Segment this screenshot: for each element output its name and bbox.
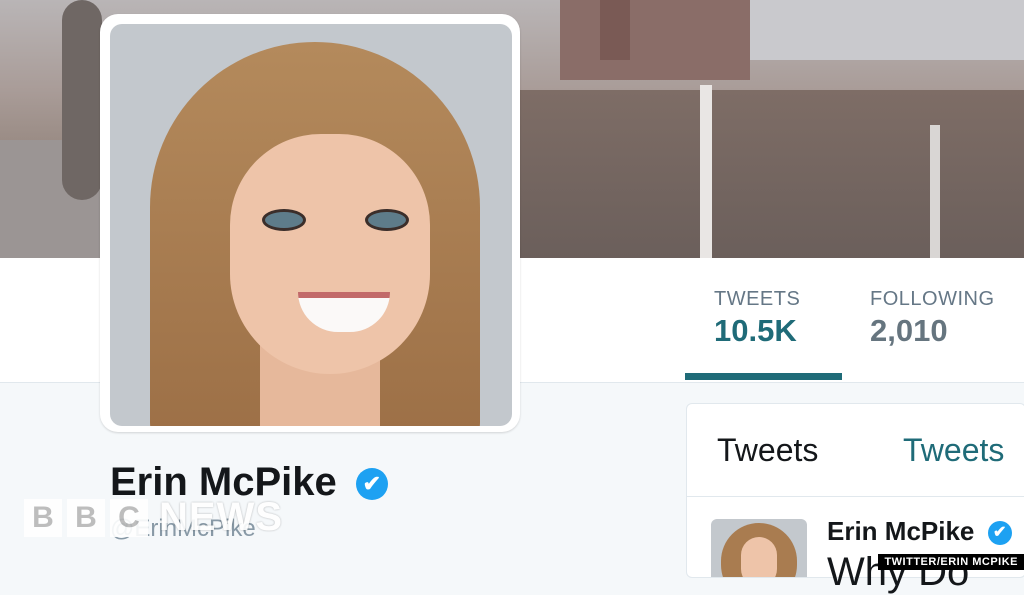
- banner-building: [560, 0, 750, 80]
- profile-avatar[interactable]: [100, 14, 520, 432]
- bbc-letter-box: B: [24, 498, 62, 537]
- banner-pole: [930, 125, 940, 258]
- verified-badge-icon: ✔: [987, 521, 1012, 546]
- stat-label: FOLLOWING: [870, 288, 995, 310]
- banner-pole: [700, 85, 712, 258]
- tab-tweets-replies[interactable]: Tweets: [903, 432, 1004, 469]
- bbc-letter-box: C: [110, 498, 148, 537]
- banner-statue: [62, 0, 102, 200]
- banner-trees: [520, 90, 1024, 258]
- bbc-letter-box: B: [67, 498, 105, 537]
- stat-value: 10.5K: [714, 313, 797, 348]
- image-credit: TWITTER/ERIN MCPIKE: [878, 554, 1024, 570]
- stat-tweets[interactable]: TWEETS 10.5K: [714, 288, 800, 349]
- stat-following[interactable]: FOLLOWING 2,010: [870, 288, 995, 349]
- photo-face: [230, 134, 430, 374]
- tab-tweets[interactable]: Tweets: [717, 432, 818, 469]
- avatar-photo: [110, 24, 512, 426]
- timeline-tabs: Tweets Tweets: [687, 404, 1024, 497]
- active-tab-indicator: [685, 373, 842, 380]
- photo-eye: [262, 209, 306, 231]
- bbc-news-watermark: B B C NEWS: [24, 495, 283, 540]
- stat-label: TWEETS: [714, 288, 801, 310]
- bbc-news-word: NEWS: [159, 495, 283, 539]
- mini-face: [741, 537, 777, 577]
- tweet-avatar[interactable]: [711, 519, 807, 577]
- tweet-author-name: Erin McPike: [827, 516, 975, 546]
- banner-sky: [740, 0, 1024, 60]
- timeline-card: Tweets Tweets Erin McPike ✔ Why Do: [686, 403, 1024, 594]
- tweet-author[interactable]: Erin McPike ✔: [827, 516, 1012, 547]
- verified-badge-icon: ✔: [355, 468, 388, 501]
- photo-eye: [365, 209, 409, 231]
- stat-value: 2,010: [870, 313, 948, 348]
- banner-tower: [600, 0, 630, 60]
